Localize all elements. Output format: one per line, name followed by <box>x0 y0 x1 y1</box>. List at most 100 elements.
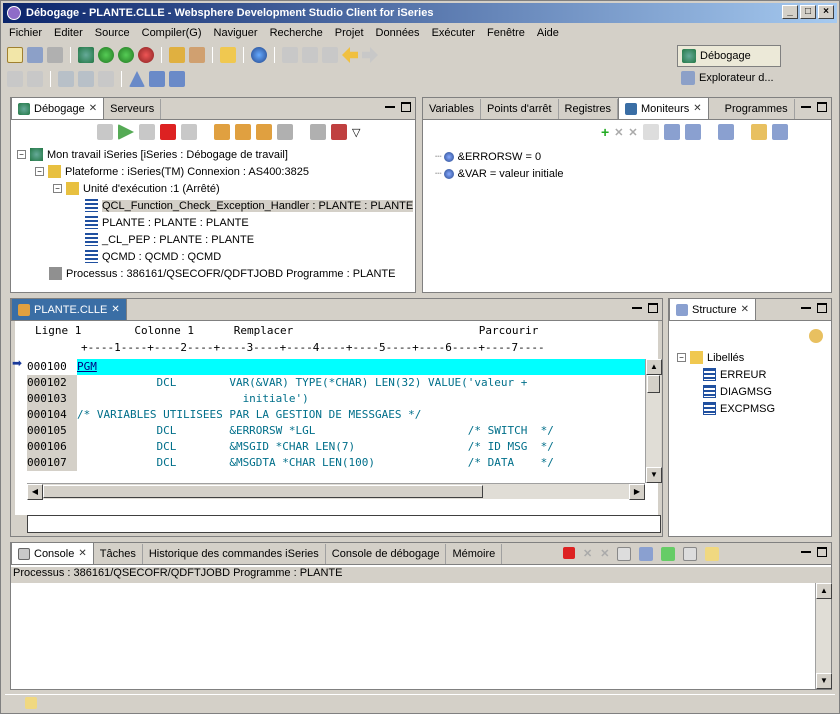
run-icon[interactable] <box>98 47 114 63</box>
tab-moniteurs[interactable]: Moniteurs ✕ <box>617 97 709 119</box>
tab-console[interactable]: Console ✕ <box>11 542 94 564</box>
monitor-item[interactable]: ┄ &ERRORSW = 0 <box>435 148 564 165</box>
drop-frame-icon[interactable] <box>277 124 293 140</box>
collapse-icon[interactable]: − <box>17 150 26 159</box>
close-icon[interactable]: ✕ <box>111 304 119 315</box>
print-icon[interactable] <box>47 47 63 63</box>
code-line[interactable]: 000103 initiale') <box>27 391 645 407</box>
scroll-down-icon[interactable]: ▼ <box>646 467 662 483</box>
copy-icon[interactable] <box>642 124 659 140</box>
minimize-view-icon[interactable] <box>632 303 642 309</box>
scroll-up-icon[interactable]: ▲ <box>816 583 832 599</box>
step-into-icon[interactable] <box>214 124 230 140</box>
search-icon[interactable] <box>189 47 205 63</box>
breakpoint-menu-icon[interactable] <box>331 124 347 140</box>
tree-item[interactable]: _CL_PEP : PLANTE : PLANTE <box>17 231 413 248</box>
menu-executer[interactable]: Exécuter <box>426 27 481 39</box>
display-console-icon[interactable] <box>683 547 698 561</box>
code-line[interactable]: 000102 DCL VAR(&VAR) TYPE(*CHAR) LEN(32)… <box>27 375 645 391</box>
remove-all-icon[interactable]: ✕ <box>628 126 637 139</box>
scroll-up-icon[interactable]: ▲ <box>646 359 662 375</box>
command-input[interactable] <box>27 515 661 533</box>
binary-icon[interactable] <box>169 71 185 87</box>
tree-item[interactable]: QCMD : QCMD : QCMD <box>17 248 413 265</box>
tree-item[interactable]: QCL_Function_Check_Exception_Handler : P… <box>17 197 414 214</box>
monitor-item[interactable]: ┄ &VAR = valeur initiale <box>435 165 564 182</box>
scroll-lock-icon[interactable] <box>639 547 654 561</box>
editor-vertical-scrollbar[interactable]: ▲ ▼ <box>645 359 662 483</box>
step3-icon[interactable] <box>98 71 114 87</box>
tab-console-debogage[interactable]: Console de débogage <box>326 544 447 564</box>
refresh-icon[interactable] <box>717 124 734 140</box>
menu-recherche[interactable]: Recherche <box>264 27 329 39</box>
menu-fenetre[interactable]: Fenêtre <box>481 27 531 39</box>
maximize-view-icon[interactable] <box>817 102 827 112</box>
terminate-icon[interactable] <box>160 124 176 140</box>
minimize-view-icon[interactable] <box>801 102 811 108</box>
tab-debogage[interactable]: Débogage ✕ <box>11 97 105 119</box>
collapse-all-icon[interactable] <box>684 124 701 140</box>
folder-icon[interactable] <box>220 47 236 63</box>
title-bar[interactable]: Débogage - PLANTE.CLLE - Websphere Devel… <box>3 3 837 23</box>
new-icon[interactable] <box>7 47 23 63</box>
suspend-icon[interactable] <box>139 124 155 140</box>
tab-taches[interactable]: Tâches <box>94 544 143 564</box>
menu-projet[interactable]: Projet <box>329 27 370 39</box>
tab-historique[interactable]: Historique des commandes iSeries <box>143 544 326 564</box>
triangle-icon[interactable] <box>129 71 145 87</box>
open-type-icon[interactable] <box>169 47 185 63</box>
remove-terminated-icon[interactable] <box>97 124 113 140</box>
tree-item[interactable]: − Unité d'exécution :1 (Arrêté) <box>17 180 413 197</box>
perspective-debug[interactable]: Débogage <box>677 45 781 67</box>
perspective-explorer[interactable]: Explorateur d... <box>677 67 831 89</box>
maximize-view-icon[interactable] <box>648 303 658 313</box>
scroll-thumb[interactable] <box>43 485 483 498</box>
debug-icon[interactable] <box>78 47 94 63</box>
code-line[interactable]: 000107 DCL &MSGDTA *CHAR LEN(100) /* DAT… <box>27 455 645 471</box>
tree-item[interactable]: − Mon travail iSeries [iSeries : Débogage… <box>17 146 413 163</box>
maximize-button[interactable]: □ <box>800 5 816 19</box>
remove-launch-icon[interactable]: ✕ <box>583 547 592 561</box>
scroll-thumb[interactable] <box>647 375 660 393</box>
menu-compiler[interactable]: Compiler(G) <box>136 27 208 39</box>
view-menu-icon[interactable]: ▽ <box>352 126 360 139</box>
tab-serveurs[interactable]: Serveurs <box>104 99 162 119</box>
last-edit-icon[interactable] <box>322 47 338 63</box>
close-icon[interactable]: ✕ <box>693 103 701 114</box>
sort-icon[interactable] <box>663 124 680 140</box>
minimize-view-icon[interactable] <box>385 102 395 108</box>
maximize-view-icon[interactable] <box>817 547 827 557</box>
code-line[interactable]: 000104/* VARIABLES UTILISEES PAR LA GEST… <box>27 407 645 423</box>
code-line[interactable]: 000105 DCL &ERRORSW *LGL /* SWITCH */ <box>27 423 645 439</box>
globe-icon[interactable] <box>251 47 267 63</box>
tab-variables[interactable]: Variables <box>423 99 482 119</box>
add-icon[interactable]: + <box>601 124 609 140</box>
step-icon[interactable] <box>58 71 74 87</box>
close-button[interactable]: × <box>818 5 834 19</box>
close-icon[interactable]: ✕ <box>741 304 749 315</box>
tab-plante-clle[interactable]: PLANTE.CLLE ✕ <box>11 298 127 320</box>
tab-programmes[interactable]: Programmes <box>709 99 795 119</box>
nav2-icon[interactable] <box>302 47 318 63</box>
tree-item[interactable]: − Plateforme : iSeries(TM) Connexion : AS… <box>17 163 413 180</box>
editor-horizontal-scrollbar[interactable]: ◀ ▶ <box>27 483 645 500</box>
fast-view-icon[interactable] <box>25 697 37 709</box>
close-icon[interactable]: ✕ <box>78 548 86 559</box>
sync-icon[interactable] <box>809 329 823 343</box>
save-icon[interactable] <box>27 47 43 63</box>
menu-aide[interactable]: Aide <box>531 27 565 39</box>
undo-icon[interactable] <box>7 71 23 87</box>
pin-console-icon[interactable] <box>661 547 676 561</box>
menu-fichier[interactable]: Fichier <box>3 27 48 39</box>
scroll-left-icon[interactable]: ◀ <box>27 484 43 500</box>
external-tools-icon[interactable] <box>138 47 154 63</box>
tab-breakpoints[interactable]: Points d'arrêt <box>481 99 559 119</box>
scroll-down-icon[interactable]: ▼ <box>816 673 832 689</box>
scroll-right-icon[interactable]: ▶ <box>629 484 645 500</box>
maximize-view-icon[interactable] <box>401 102 411 112</box>
tab-memoire[interactable]: Mémoire <box>446 544 503 564</box>
tree-item[interactable]: PLANTE : PLANTE : PLANTE <box>17 214 413 231</box>
clear-console-icon[interactable] <box>617 547 632 561</box>
step2-icon[interactable] <box>78 71 94 87</box>
tab-structure[interactable]: Structure ✕ <box>669 298 757 320</box>
